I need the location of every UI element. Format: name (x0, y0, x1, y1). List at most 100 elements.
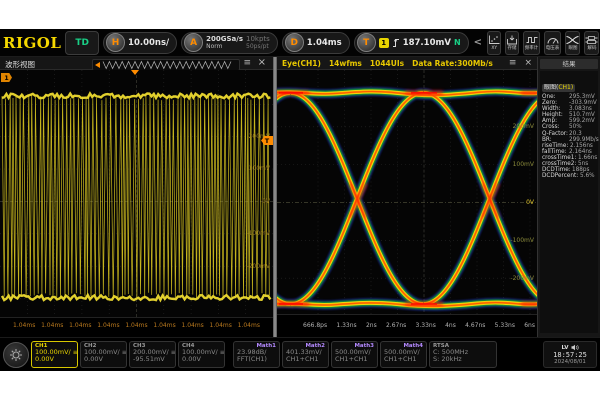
rigol-logo: RIGOL (3, 34, 61, 52)
toolbar-button-eye[interactable]: 眼图 (565, 31, 580, 55)
x-axis-label: 5.33ns (495, 323, 515, 329)
channel-box-ch4[interactable]: CH4 100.00mV/≡ 0.00V (178, 341, 225, 368)
x-axis-label: 6ns (524, 323, 535, 329)
waveform-view-title: 波形视图 (5, 59, 35, 70)
eye-x-axis: 666.8ps1.33ns2ns2.67ns3.33ns4ns4.67ns5.3… (277, 315, 537, 337)
toolbar-button-counter[interactable]: 频率计 (523, 31, 540, 55)
x-axis-label: 1.04ms (125, 323, 147, 329)
sample-info: 200GSa/s Norm (206, 35, 243, 51)
eye-close-icon[interactable]: × (524, 59, 532, 68)
memory-info: 10kpts 50ps/pt (246, 35, 270, 51)
eye-diagram-plot[interactable]: 200mV100mV0V-100mV-200mV (277, 70, 537, 315)
channel-box-ch2[interactable]: CH2 100.00mV/≡ 0.00V (80, 341, 127, 368)
results-title: 结果 (540, 59, 598, 69)
memory-depth: 10kpts (246, 35, 270, 43)
toolbar-button-dvm[interactable]: 电压表 (544, 31, 561, 55)
rtsa-span: S: 20kHz (433, 356, 493, 363)
results-sidebar: 结果 眼图(CH1) One: 295.3mV Zero: -303.9mV W… (537, 57, 600, 337)
math-expression: FFT(CH1) (237, 356, 276, 363)
sample-rate: 200GSa/s (206, 35, 243, 43)
waveform-overview-strip[interactable] (92, 59, 240, 71)
timebase-value: 10.00ns/ (128, 38, 169, 48)
eye-diagram-canvas (277, 70, 537, 314)
x-axis-label: 3.33ns (416, 323, 436, 329)
channel-offset: 0.00V (84, 356, 123, 363)
eye-ui-count: 1044UIs (370, 59, 404, 68)
channel-offset: -95.51mV (133, 356, 172, 363)
math-box-math3[interactable]: Math3 500.00mV/ CH1+CH1 (331, 341, 378, 368)
eye-hot-spots (277, 93, 537, 304)
status-indicator: LV (561, 345, 568, 351)
channel-box-ch1[interactable]: CH1 100.00mV/≡ 0.00V (31, 341, 78, 368)
channel-box-ch3[interactable]: CH3 200.00mV/≡ -95.51mV (129, 341, 176, 368)
trigger-control[interactable]: T 1 187.10mV N (354, 32, 469, 54)
math-box-math2[interactable]: Math2 401.33mV/ CH1+CH1 (282, 341, 329, 368)
x-axis-label: 2ns (366, 323, 377, 329)
rising-edge-icon (392, 38, 400, 48)
math-expression: CH1+CH1 (335, 356, 374, 363)
delay-knob[interactable]: D (285, 33, 304, 52)
waveform-canvas (0, 70, 273, 317)
beeper-icon (571, 344, 579, 351)
waveform-x-axis: 1.04ms1.04ms1.04ms1.04ms1.04ms1.04ms1.04… (0, 315, 273, 337)
oscilloscope-ui: RIGOL TD H 10.00ns/ A 200GSa/s Norm 10kp… (0, 29, 600, 371)
eye-panel-header: Eye(CH1) 14wfms 1044UIs Data Rate:300Mb/… (277, 57, 537, 70)
math-box-math1[interactable]: Math1 23.98dB/ FFT(CH1) (233, 341, 280, 368)
horizontal-scale-control[interactable]: H 10.00ns/ (103, 32, 177, 54)
acquire-control[interactable]: A 200GSa/s Norm 10kpts 50ps/pt (181, 32, 278, 54)
measurement-row: DCDPercent: 5.6% (542, 173, 596, 179)
x-axis-label: 2.67ns (386, 323, 406, 329)
trigger-knob[interactable]: T (357, 33, 376, 52)
overview-zigzag (102, 60, 234, 70)
channel-offset: 0.00V (182, 356, 221, 363)
waveform-close-icon[interactable]: × (258, 58, 266, 67)
counter-icon (526, 35, 538, 45)
toolbar-prev-icon[interactable]: < (473, 37, 483, 48)
x-axis-label: 1.04ms (210, 323, 232, 329)
delay-control[interactable]: D 1.04ms (282, 32, 350, 54)
impedance-icon: ≡ (122, 349, 127, 356)
top-status-bar: RIGOL TD H 10.00ns/ A 200GSa/s Norm 10kp… (0, 29, 600, 57)
acquire-knob[interactable]: A (184, 33, 203, 52)
channel-offset: 0.00V (35, 356, 74, 363)
results-group-chip[interactable]: 眼图(CH1) (542, 84, 575, 92)
measurement-name: DCDPercent: (542, 173, 578, 179)
toolbar-button-decode[interactable]: 解码 (584, 31, 599, 55)
decode-icon (585, 35, 598, 45)
results-body: 眼图(CH1) One: 295.3mV Zero: -303.9mV Widt… (540, 71, 598, 333)
eye-menu-icon[interactable]: ≡ (509, 59, 517, 68)
xy-icon (488, 35, 500, 45)
x-axis-label: 1.04ms (13, 323, 35, 329)
x-axis-label: 1.33ns (336, 323, 356, 329)
run-state-button[interactable]: TD (65, 31, 99, 55)
math-expression: CH1+CH1 (286, 356, 325, 363)
waveform-view-header: 波形视图 ≡ × (0, 57, 273, 70)
delay-value: 1.04ms (307, 38, 342, 48)
math-box-math4[interactable]: Math4 500.00mV/ CH1+CH1 (380, 341, 427, 368)
x-axis-label: 4ns (445, 323, 456, 329)
clock-box[interactable]: LV 18:57:25 2024/08/01 (543, 341, 597, 368)
horizontal-knob[interactable]: H (106, 33, 125, 52)
x-axis-label: 1.04ms (69, 323, 91, 329)
system-time: 18:57:25 (553, 351, 587, 359)
x-axis-label: 4.67ns (465, 323, 485, 329)
eye-data-rate: Data Rate:300Mb/s (412, 59, 493, 68)
trigger-position-marker[interactable] (131, 70, 139, 75)
screenshot-page: RIGOL TD H 10.00ns/ A 200GSa/s Norm 10kp… (0, 0, 600, 400)
measurement-value: 5.6% (580, 173, 594, 179)
overview-left-arrow-icon[interactable] (95, 62, 100, 68)
settings-button[interactable] (3, 342, 29, 368)
toolbar-button-xy[interactable]: XY (487, 31, 501, 55)
waveform-plot[interactable]: 200mV100mV0V-100mV-200mV 1 T (0, 70, 273, 318)
eye-panel-title: Eye(CH1) (282, 59, 321, 68)
x-axis-label: 1.04ms (97, 323, 119, 329)
sample-resolution: 50ps/pt (246, 43, 270, 51)
waveform-menu-icon[interactable]: ≡ (243, 59, 251, 68)
rtsa-box[interactable]: RTSA C: 500MHz S: 20kHz (429, 341, 497, 368)
math-expression: CH1+CH1 (384, 356, 423, 363)
run-state-label: TD (75, 38, 89, 48)
dvm-icon (547, 35, 559, 45)
eye-wfms-count: 14wfms (329, 59, 362, 68)
trigger-source-badge: 1 (379, 38, 389, 48)
toolbar-button-storage[interactable]: 存储 (505, 31, 519, 55)
